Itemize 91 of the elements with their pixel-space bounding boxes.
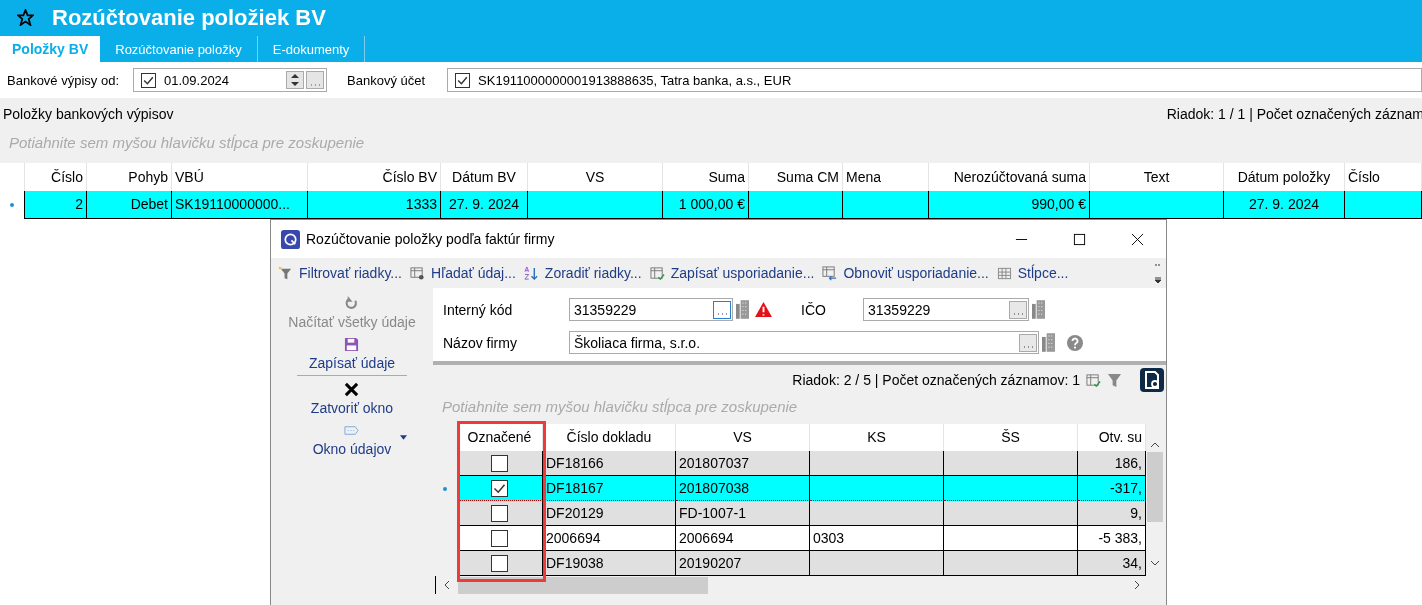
star-icon[interactable] <box>17 9 34 26</box>
column-header[interactable]: VS <box>676 424 810 451</box>
table-cell: 990,00 € <box>929 191 1090 219</box>
search-icon <box>410 265 425 281</box>
toolbar-button[interactable]: Zapísať usporiadanie... <box>647 265 817 281</box>
table-cell: 201807037 <box>676 451 810 476</box>
table-cell: DF18166 <box>543 451 676 476</box>
toolbar-button[interactable]: Hľadať údaj... <box>408 265 518 281</box>
input-field[interactable]: 31359229 <box>569 298 733 321</box>
building-icon[interactable] <box>1032 300 1045 319</box>
dialog-title: Rozúčtovanie položky podľa faktúr firmy <box>306 231 556 247</box>
ellipsis-icon[interactable] <box>713 300 731 319</box>
field-label: IČO <box>800 301 827 318</box>
sort-icon <box>523 265 539 281</box>
filter-icon[interactable] <box>1107 372 1122 388</box>
building-icon[interactable] <box>1042 333 1055 352</box>
table-cell: 20190207 <box>676 551 810 576</box>
overflow-icon[interactable] <box>1154 262 1162 284</box>
table-cell: 9, <box>1078 501 1146 526</box>
building-icon[interactable] <box>736 300 749 319</box>
table-cell: DF18167 <box>543 476 676 501</box>
table-arrow-icon <box>822 265 838 281</box>
checkbox[interactable] <box>491 554 508 572</box>
table-cell: 0303 <box>810 526 944 551</box>
reload-icon <box>344 296 360 311</box>
scroll-left-icon[interactable] <box>444 580 450 590</box>
grid-icon <box>996 265 1012 281</box>
save-icon <box>344 337 360 352</box>
table-cell: 34, <box>1078 551 1146 576</box>
account-field[interactable]: SK1911000000001913888635, Tatra banka, a.s., EUR <box>447 68 1422 92</box>
field-label: Bankové výpisy od: <box>7 72 119 88</box>
column-header[interactable]: Číslo dokladu <box>543 424 676 451</box>
filter-icon <box>278 265 293 281</box>
panel-icon <box>344 423 360 438</box>
toolbar-button[interactable]: Stĺpce... <box>994 265 1071 281</box>
table-cell: SK19110000000... <box>172 191 308 219</box>
table-cell: 201807038 <box>676 476 810 501</box>
table-cell: Debet <box>87 191 172 219</box>
checkbox[interactable] <box>491 504 508 522</box>
field-label: Názov firmy <box>442 334 518 351</box>
table-cell: 27. 9. 2024 <box>441 191 528 219</box>
table-cell: 2006694 <box>543 526 676 551</box>
checkbox[interactable] <box>455 72 471 88</box>
input-field[interactable]: 31359229 <box>863 298 1029 321</box>
scroll-right-icon[interactable] <box>1134 580 1140 590</box>
spin-arrows-icon[interactable] <box>286 71 304 89</box>
table-cell: 2006694 <box>676 526 810 551</box>
toolbar-button[interactable]: Obnoviť usporiadanie... <box>820 265 991 281</box>
close-icon <box>344 382 360 397</box>
table-cell: 1 000,00 € <box>663 191 749 219</box>
toolbar-button[interactable]: Zoradiť riadky... <box>521 265 644 281</box>
table-cell: 1333 <box>308 191 441 219</box>
action-button[interactable]: Zapísať údaje <box>296 337 408 376</box>
field-label: Bankový účet <box>347 72 426 88</box>
table-cell: -317, <box>1078 476 1146 501</box>
maximize-icon[interactable] <box>1073 232 1086 246</box>
checkbox[interactable] <box>491 479 508 497</box>
action-button[interactable]: Zatvoriť okno <box>310 382 394 423</box>
close-icon[interactable] <box>1131 232 1144 246</box>
column-header[interactable]: ŠS <box>944 424 1078 451</box>
table-cell: 2 <box>25 191 87 219</box>
action-button[interactable]: Okno údajov <box>312 423 392 464</box>
checkbox[interactable] <box>491 529 508 547</box>
field-label: Interný kód <box>442 301 514 318</box>
search-document-icon[interactable] <box>1140 368 1164 392</box>
current-row-icon <box>443 486 447 491</box>
scroll-down-icon[interactable] <box>1150 560 1160 566</box>
table-cell: DF19038 <box>543 551 676 576</box>
column-header[interactable]: Otv. su <box>1078 424 1146 451</box>
toolbar-button[interactable]: Filtrovať riadky... <box>276 265 404 281</box>
app-title: Rozúčtovanie položiek BV <box>52 4 326 31</box>
table-check-icon <box>649 265 665 281</box>
checkbox[interactable] <box>491 454 508 472</box>
table-cell: DF20129 <box>543 501 676 526</box>
table-cell: 27. 9. 2024 <box>1224 191 1345 219</box>
app-logo-icon <box>281 229 300 249</box>
date-field[interactable]: 01.09.2024 <box>133 68 327 92</box>
panel-title: Položky bankových výpisov <box>3 106 174 122</box>
table-cell: -5 383, <box>1078 526 1146 551</box>
column-header[interactable]: KS <box>810 424 944 451</box>
current-row-icon <box>10 203 14 207</box>
caret-icon <box>400 435 408 440</box>
row-status: Riadok: 2 / 5 | Počet označených záznamov: 1 <box>792 372 1080 388</box>
table-cell: 186, <box>1078 451 1146 476</box>
table-cell: FD-1007-1 <box>676 501 810 526</box>
table-check-icon[interactable] <box>1086 372 1101 388</box>
input-field[interactable]: Školiaca firma, s.r.o. <box>569 331 1039 354</box>
column-header[interactable]: Označené <box>457 424 543 451</box>
help-icon[interactable] <box>1067 334 1083 351</box>
checkbox[interactable] <box>141 72 156 88</box>
scroll-up-icon[interactable] <box>1150 442 1160 448</box>
